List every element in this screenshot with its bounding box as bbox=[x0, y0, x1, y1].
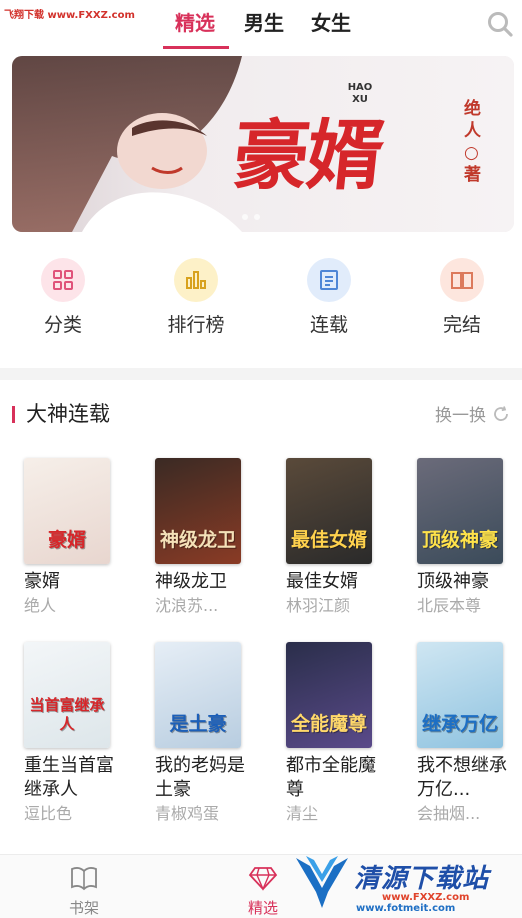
book-card[interactable]: 当首富继承人重生当首富继承人逗比色 bbox=[24, 642, 124, 826]
section-accent-bar bbox=[12, 406, 15, 423]
top-tab-bar: 精选 男生 女生 bbox=[0, 0, 522, 50]
book-cover[interactable]: 顶级神豪 bbox=[417, 458, 503, 564]
bar-chart-icon bbox=[174, 258, 218, 302]
nav-label: 精选 bbox=[247, 899, 278, 917]
featured-banner[interactable]: HAO XU 豪婿 绝人○著 bbox=[12, 56, 514, 232]
nav-ranking[interactable]: 排行榜 bbox=[146, 258, 246, 337]
refresh-icon bbox=[494, 405, 508, 421]
book-cover-text: 继承万亿 bbox=[421, 713, 498, 735]
book-author: 清尘 bbox=[286, 804, 319, 823]
section-divider bbox=[0, 368, 522, 380]
book-author: 青椒鸡蛋 bbox=[155, 804, 220, 823]
watermark-url: www.FXXZ.com bbox=[382, 892, 470, 903]
nav-label: 排行榜 bbox=[167, 314, 225, 336]
book-cover-text: 顶级神豪 bbox=[421, 529, 498, 551]
book-cover[interactable]: 神级龙卫 bbox=[155, 458, 241, 564]
book-title[interactable]: 重生当首富继承人 bbox=[24, 754, 124, 802]
book-cover[interactable]: 是土豪 bbox=[155, 642, 241, 748]
nav-label: 连载 bbox=[309, 314, 348, 336]
tab-featured[interactable]: 精选 bbox=[172, 8, 218, 42]
tab-male[interactable]: 男生 bbox=[241, 8, 287, 42]
book-icon bbox=[440, 258, 484, 302]
book-author: 沈浪苏... bbox=[155, 596, 219, 615]
document-icon bbox=[307, 258, 351, 302]
book-cover-text: 是土豪 bbox=[169, 713, 227, 735]
book-cover-text: 全能魔尊 bbox=[290, 713, 367, 735]
watermark-emblem-icon bbox=[296, 856, 348, 908]
book-cover[interactable]: 当首富继承人 bbox=[24, 642, 110, 748]
refresh-label: 换一换 bbox=[435, 406, 486, 426]
watermark-url-2: www.fotmeit.com bbox=[356, 903, 456, 914]
book-title[interactable]: 最佳女婿 bbox=[286, 570, 386, 594]
nav-label: 书架 bbox=[68, 899, 99, 917]
book-card[interactable]: 神级龙卫 神级龙卫 沈浪苏... bbox=[155, 458, 255, 618]
book-cover-text: 神级龙卫 bbox=[159, 529, 236, 551]
book-author: 会抽烟... bbox=[417, 804, 481, 823]
book-card[interactable]: 是土豪我的老妈是土豪青椒鸡蛋 bbox=[155, 642, 255, 826]
book-author: 逗比色 bbox=[24, 804, 73, 823]
banner-carousel-dots bbox=[242, 214, 260, 220]
search-button[interactable] bbox=[486, 10, 514, 38]
book-cover[interactable]: 全能魔尊 bbox=[286, 642, 372, 748]
diamond-icon bbox=[248, 867, 278, 891]
section-title: 大神连载 bbox=[26, 402, 110, 426]
carousel-dot[interactable] bbox=[242, 214, 248, 220]
search-icon bbox=[488, 12, 513, 37]
book-card[interactable]: 最佳女婿 最佳女婿 林羽江颜 bbox=[286, 458, 386, 618]
carousel-dot[interactable] bbox=[254, 214, 260, 220]
book-cover[interactable]: 豪婿 bbox=[24, 458, 110, 564]
book-cover[interactable]: 最佳女婿 bbox=[286, 458, 372, 564]
book-title[interactable]: 我不想继承万亿... bbox=[417, 754, 517, 802]
book-author: 北辰本尊 bbox=[417, 596, 482, 615]
grid-icon bbox=[41, 258, 85, 302]
book-title[interactable]: 我的老妈是土豪 bbox=[155, 754, 255, 802]
book-cover-text: 最佳女婿 bbox=[290, 529, 367, 551]
banner-author: 绝人○著 bbox=[464, 99, 481, 185]
book-card[interactable]: 全能魔尊都市全能魔尊清尘 bbox=[286, 642, 386, 826]
watermark-logo: 清源下载站 www.FXXZ.com www.fotmeit.com bbox=[292, 850, 512, 916]
book-cover-text: 当首富继承人 bbox=[29, 696, 105, 733]
nav-featured[interactable]: 精选 bbox=[223, 865, 303, 918]
quick-nav: 分类 排行榜 连载 完结 bbox=[0, 258, 522, 338]
nav-label: 完结 bbox=[442, 314, 481, 336]
book-cover-text: 豪婿 bbox=[47, 529, 86, 551]
nav-label: 分类 bbox=[43, 314, 82, 336]
book-card[interactable]: 顶级神豪 顶级神豪 北辰本尊 bbox=[417, 458, 517, 618]
nav-serial[interactable]: 连载 bbox=[279, 258, 379, 337]
refresh-button[interactable]: 换一换 bbox=[435, 401, 510, 426]
book-title[interactable]: 顶级神豪 bbox=[417, 570, 517, 594]
book-title[interactable]: 豪婿 bbox=[24, 570, 124, 594]
bookshelf-icon bbox=[71, 867, 97, 891]
book-title[interactable]: 神级龙卫 bbox=[155, 570, 255, 594]
book-author: 绝人 bbox=[24, 596, 57, 615]
nav-category[interactable]: 分类 bbox=[13, 258, 113, 337]
active-tab-indicator bbox=[163, 46, 229, 49]
book-title[interactable]: 都市全能魔尊 bbox=[286, 754, 386, 802]
book-cover[interactable]: 继承万亿 bbox=[417, 642, 503, 748]
tab-female[interactable]: 女生 bbox=[308, 8, 354, 42]
watermark-brand: 清源下载站 bbox=[354, 864, 490, 894]
book-card[interactable]: 豪婿 豪婿 绝人 bbox=[24, 458, 124, 618]
book-card[interactable]: 继承万亿我不想继承万亿... 会抽烟... bbox=[417, 642, 517, 826]
nav-bookshelf[interactable]: 书架 bbox=[44, 865, 124, 918]
section-header: 大神连载 换一换 bbox=[0, 396, 522, 432]
banner-title: 豪婿 bbox=[228, 111, 386, 200]
book-author: 林羽江颜 bbox=[286, 596, 351, 615]
nav-completed[interactable]: 完结 bbox=[412, 258, 512, 337]
